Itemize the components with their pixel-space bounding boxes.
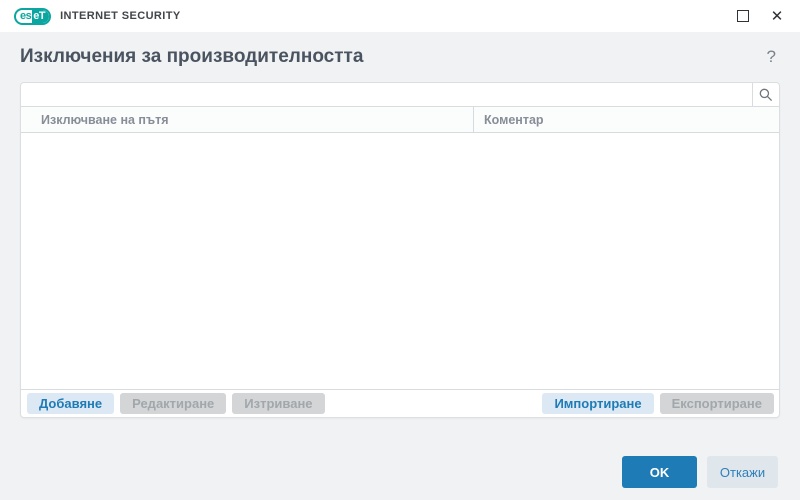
column-header-comment[interactable]: Коментар: [473, 107, 779, 132]
help-icon[interactable]: ?: [763, 47, 780, 67]
delete-button: Изтриване: [232, 393, 325, 414]
page-header: Изключения за производителността ?: [20, 32, 780, 82]
action-button-row: Добавяне Редактиране Изтриване Импортира…: [21, 389, 779, 417]
cancel-button[interactable]: Откажи: [707, 456, 778, 488]
action-group-left: Добавяне Редактиране Изтриване: [27, 393, 325, 414]
action-group-right: Импортиране Експортиране: [542, 393, 774, 414]
edit-button: Редактиране: [120, 393, 227, 414]
maximize-button[interactable]: [732, 5, 754, 27]
page-title: Изключения за производителността: [20, 46, 364, 67]
add-button[interactable]: Добавяне: [27, 393, 115, 414]
search-bar: [21, 83, 779, 107]
close-button[interactable]: ✕: [766, 5, 788, 27]
exclusions-panel: Изключване на пътя Коментар Добавяне Ред…: [20, 82, 780, 418]
eset-logo-text-left: es: [20, 9, 32, 22]
eset-logo-icon: es eT: [14, 7, 52, 25]
column-header-path[interactable]: Изключване на пътя: [21, 107, 473, 132]
titlebar: es eT INTERNET SECURITY ✕: [0, 0, 800, 32]
table-header: Изключване на пътя Коментар: [21, 107, 779, 133]
import-button[interactable]: Импортиране: [542, 393, 654, 414]
close-icon: ✕: [770, 7, 784, 25]
search-button[interactable]: [752, 83, 779, 106]
dialog-footer: OK Откажи: [20, 456, 780, 488]
search-input[interactable]: [21, 83, 752, 106]
exclusions-list-empty[interactable]: [21, 133, 779, 389]
eset-dialog-window: es eT INTERNET SECURITY ✕ Изключения за …: [0, 0, 800, 500]
dialog-content: Изключения за производителността ? Изклю…: [0, 32, 800, 500]
search-icon: [759, 88, 773, 101]
maximize-icon: [737, 10, 749, 22]
brand-title: INTERNET SECURITY: [60, 10, 181, 22]
eset-logo-text-right: eT: [32, 9, 50, 23]
export-button: Експортиране: [659, 393, 774, 414]
window-controls: ✕: [732, 5, 788, 27]
ok-button[interactable]: OK: [622, 456, 697, 488]
